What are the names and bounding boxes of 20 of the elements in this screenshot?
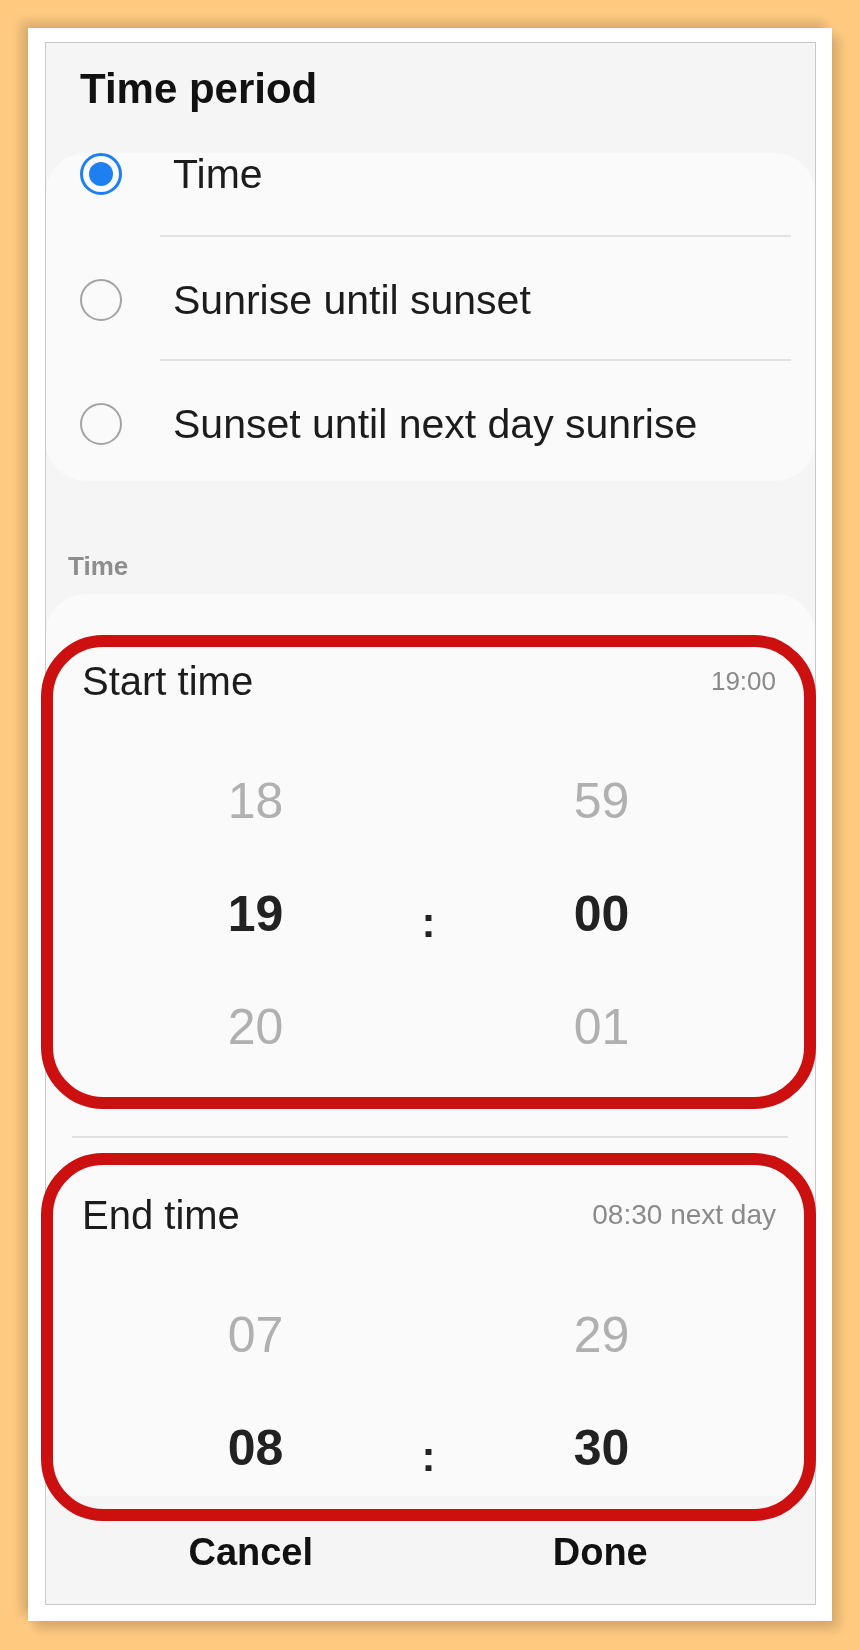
time-separator: :: [421, 897, 436, 946]
minute-value[interactable]: 30: [573, 1419, 630, 1476]
dialog-title: Time period: [80, 66, 319, 112]
option-label[interactable]: Sunset until next day sunrise: [173, 403, 698, 445]
radio-button[interactable]: [80, 403, 122, 445]
hour-value[interactable]: 08: [227, 1419, 284, 1476]
radio-button[interactable]: [80, 279, 122, 321]
action-button[interactable]: Done: [425, 1530, 775, 1574]
time-separator: :: [421, 1431, 436, 1480]
section-header: Time: [68, 551, 129, 581]
option-label[interactable]: Time: [173, 153, 263, 195]
picker-label: End time: [82, 1195, 240, 1235]
picker-label: Start time: [82, 661, 254, 701]
time-summary: 08:30 next day: [592, 1200, 776, 1230]
option-label[interactable]: Sunrise until sunset: [173, 279, 531, 321]
minute-value[interactable]: 00: [573, 885, 630, 942]
radio-button[interactable]: [80, 153, 122, 195]
hour-value[interactable]: 19: [227, 885, 284, 942]
action-button[interactable]: Cancel: [76, 1530, 426, 1574]
time-summary: 19:00: [710, 666, 776, 696]
